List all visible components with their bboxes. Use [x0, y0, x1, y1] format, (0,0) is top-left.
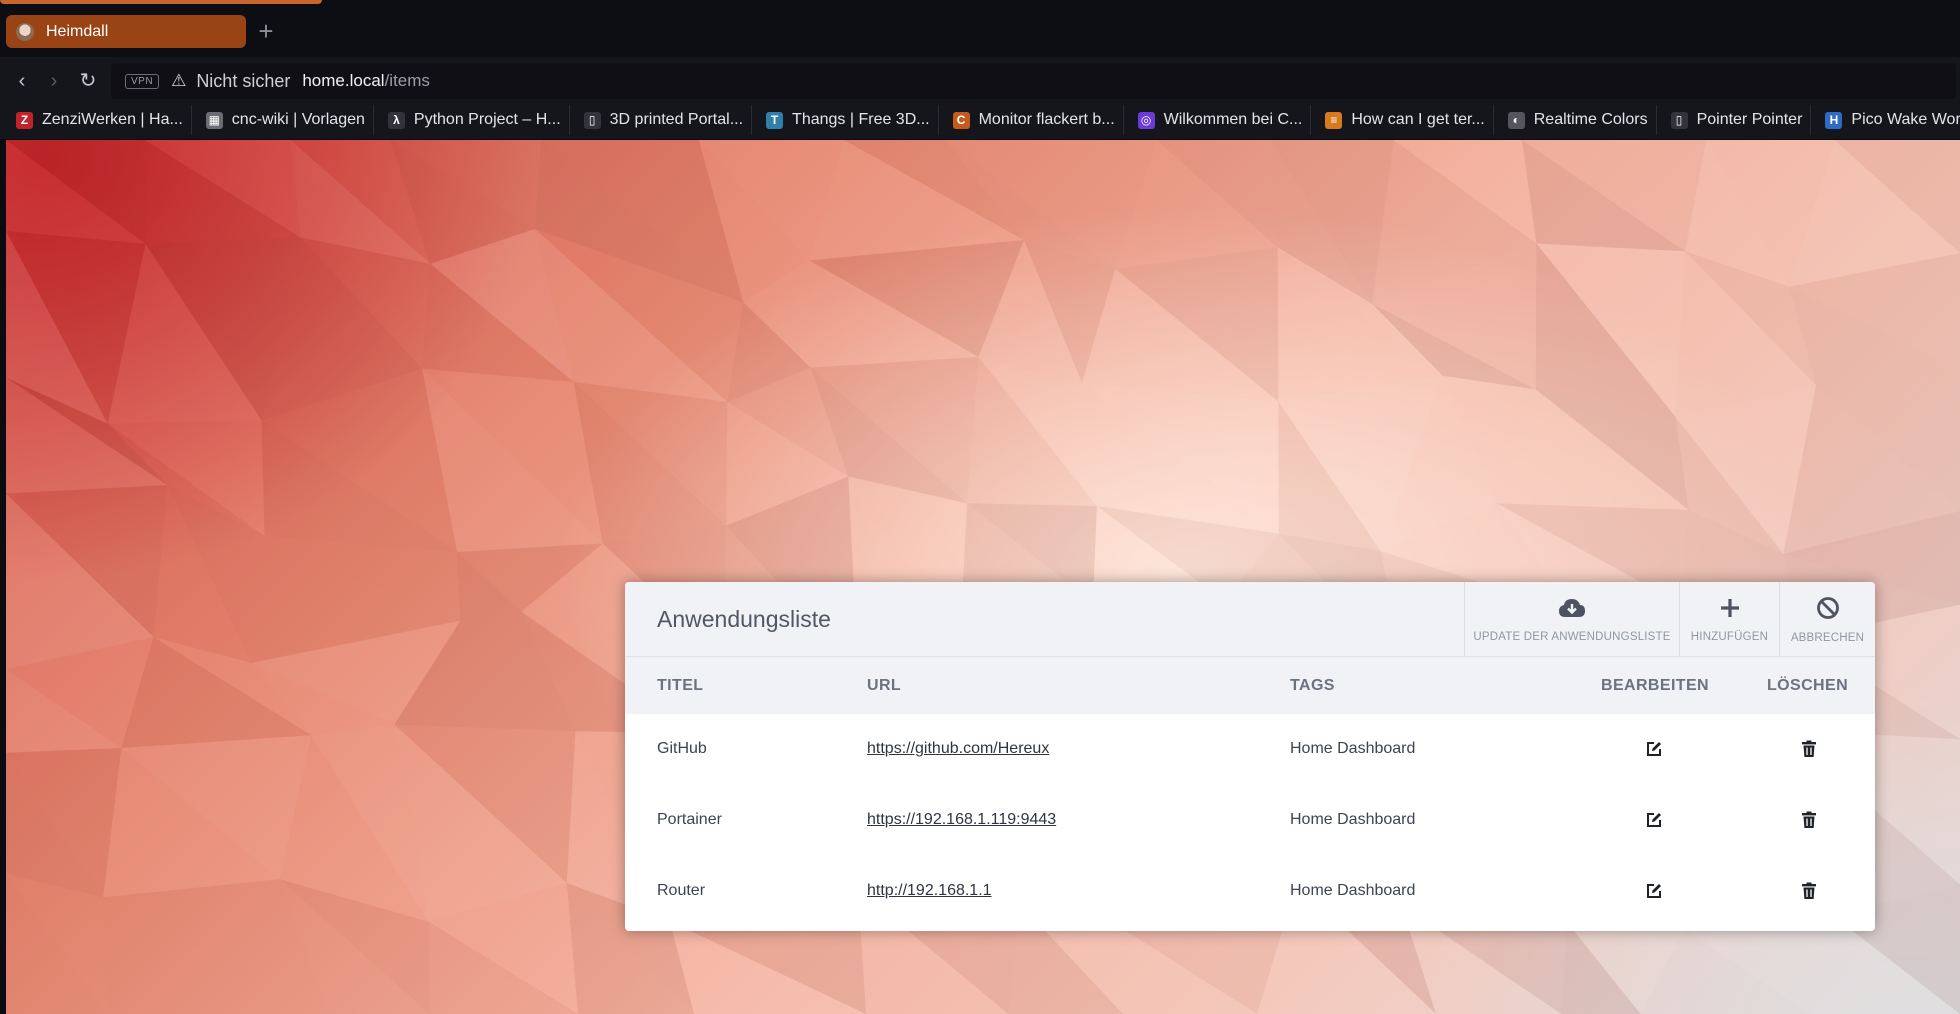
trash-icon[interactable] — [1796, 736, 1822, 762]
reload-icon[interactable]: ↻ — [74, 67, 102, 95]
column-header-edit: BEARBEITEN — [1601, 677, 1710, 694]
bookmark-favicon-icon: ≡ — [1325, 111, 1343, 129]
url-path: /items — [384, 71, 430, 90]
cloud-download-icon — [1558, 597, 1586, 623]
tab-accent-line — [0, 0, 322, 4]
bookmark-label: ZenziWerken | Ha... — [42, 111, 183, 128]
row-url-link[interactable]: https://192.168.1.119:9443 — [867, 811, 1056, 829]
edit-icon[interactable] — [1641, 878, 1667, 904]
bookmark-favicon-icon: ◐ — [1507, 111, 1525, 129]
bookmark-favicon-icon: λ — [387, 111, 405, 129]
bookmark-item[interactable]: ◐ Realtime Colors — [1500, 105, 1657, 135]
bookmark-item[interactable]: ▯ Pointer Pointer — [1663, 105, 1812, 135]
security-status[interactable]: Nicht sicher — [196, 71, 290, 92]
bookmark-label: Monitor flackert b... — [978, 111, 1115, 128]
tab-title: Heimdall — [46, 22, 109, 40]
page-background: Anwendungsliste UPDATE DER ANWENDUNGSLIS… — [6, 140, 1960, 1014]
bookmark-label: 3D printed Portal... — [609, 111, 744, 128]
cancel-label: ABBRECHEN — [1790, 631, 1865, 644]
edit-icon[interactable] — [1641, 736, 1667, 762]
bookmark-item[interactable]: C Monitor flackert b... — [945, 105, 1124, 135]
update-app-list-button[interactable]: UPDATE DER ANWENDUNGSLISTE — [1464, 582, 1679, 657]
table-row: GitHub https://github.com/Hereux Home Dash… — [625, 714, 1875, 785]
row-title: GitHub — [657, 740, 707, 757]
bookmarks-bar: Z ZenziWerken | Ha... ▦ cnc-wiki | Vorlagen… — [0, 101, 1960, 139]
trash-icon[interactable] — [1796, 807, 1822, 833]
url-field[interactable]: VPN ⚠ Nicht sicher home.local/items — [111, 63, 1956, 99]
bookmark-favicon-icon: ▯ — [1670, 111, 1688, 129]
table-row: Portainer https://192.168.1.119:9443 Home … — [625, 785, 1875, 856]
application-list-panel: Anwendungsliste UPDATE DER ANWENDUNGSLIS… — [625, 582, 1875, 931]
warning-icon[interactable]: ⚠ — [171, 71, 186, 91]
bookmark-label: Realtime Colors — [1533, 111, 1648, 128]
row-tags: Home Dashboard — [1290, 740, 1416, 757]
row-title: Portainer — [657, 811, 722, 828]
cancel-button[interactable]: ABBRECHEN — [1779, 582, 1875, 657]
bookmark-label: Python Project – H... — [413, 111, 561, 128]
ban-icon — [1816, 596, 1840, 624]
bookmark-item[interactable]: Z ZenziWerken | Ha... — [8, 105, 192, 135]
column-header-url[interactable]: URL — [867, 677, 901, 695]
bookmark-favicon-icon: T — [766, 111, 784, 129]
bookmark-favicon-icon: ▦ — [205, 111, 223, 129]
bookmark-item[interactable]: ≡ How can I get ter... — [1317, 105, 1494, 135]
plus-icon — [1719, 597, 1741, 623]
column-header-delete: LÖSCHEN — [1767, 677, 1849, 694]
bookmark-label: Pico Wake Word - — [1851, 111, 1960, 128]
bookmark-item[interactable]: λ Python Project – H... — [380, 105, 570, 135]
row-url-link[interactable]: https://github.com/Hereux — [867, 740, 1049, 758]
bookmark-item[interactable]: ◎ Wilkommen bei C... — [1130, 105, 1312, 135]
new-tab-button[interactable]: + — [252, 17, 280, 45]
table-row: Router http://192.168.1.1 Home Dashboard — [625, 856, 1875, 927]
update-app-list-label: UPDATE DER ANWENDUNGSLISTE — [1473, 630, 1671, 643]
back-arrow-icon[interactable]: ‹ — [8, 67, 36, 95]
bookmark-item[interactable]: ▦ cnc-wiki | Vorlagen — [198, 105, 374, 135]
bookmark-label: Thangs | Free 3D... — [792, 111, 930, 128]
panel-title: Anwendungsliste — [657, 606, 831, 632]
row-tags: Home Dashboard — [1290, 811, 1416, 828]
bookmark-label: Wilkommen bei C... — [1163, 111, 1303, 128]
trash-icon[interactable] — [1796, 878, 1822, 904]
bookmark-favicon-icon: ▯ — [583, 111, 601, 129]
add-button[interactable]: HINZUFÜGEN — [1679, 582, 1779, 657]
tab-strip: Heimdall + — [0, 0, 1960, 63]
row-tags: Home Dashboard — [1290, 882, 1416, 899]
row-title: Router — [657, 882, 706, 899]
forward-arrow-icon[interactable]: › — [40, 67, 68, 95]
bookmark-label: cnc-wiki | Vorlagen — [231, 111, 365, 128]
bookmark-item[interactable]: ▯ 3D printed Portal... — [576, 105, 753, 135]
vpn-badge[interactable]: VPN — [125, 73, 160, 89]
add-label: HINZUFÜGEN — [1690, 630, 1769, 643]
bookmark-item[interactable]: H Pico Wake Word - — [1817, 105, 1960, 135]
row-url-link[interactable]: http://192.168.1.1 — [867, 882, 992, 900]
bookmark-label: How can I get ter... — [1351, 111, 1485, 128]
heimdall-favicon-icon — [16, 22, 34, 41]
bookmark-favicon-icon: C — [952, 111, 970, 129]
bookmark-favicon-icon: H — [1825, 111, 1843, 129]
column-header-tags[interactable]: TAGS — [1290, 677, 1335, 695]
edit-icon[interactable] — [1641, 807, 1667, 833]
bookmark-item[interactable]: T Thangs | Free 3D... — [758, 105, 939, 135]
bookmark-favicon-icon: Z — [16, 111, 33, 129]
bookmark-favicon-icon: ◎ — [1137, 111, 1155, 129]
bookmark-label: Pointer Pointer — [1696, 111, 1803, 128]
tab-heimdall[interactable]: Heimdall — [6, 15, 246, 48]
column-header-title[interactable]: TITEL — [657, 677, 703, 695]
panel-header: Anwendungsliste UPDATE DER ANWENDUNGSLIS… — [625, 582, 1875, 657]
table-header: TITEL URL TAGS BEARBEITEN LÖSCHEN — [625, 657, 1875, 714]
url-host: home.local — [302, 71, 385, 90]
